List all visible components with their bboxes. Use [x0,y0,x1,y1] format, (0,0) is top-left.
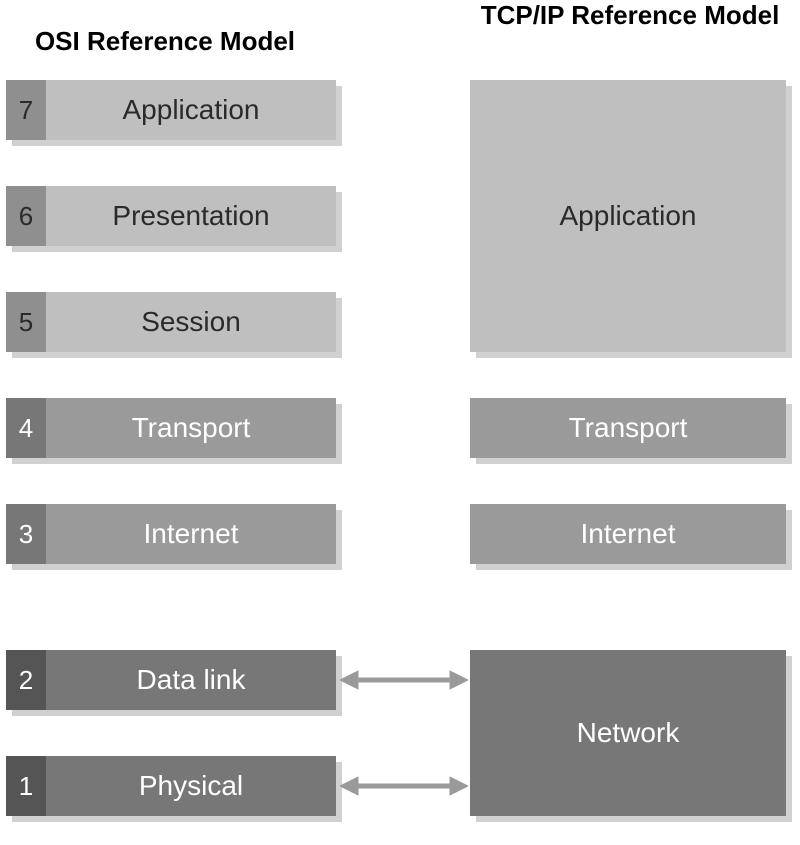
osi-layer-5: 5 Session [6,292,336,352]
tcpip-internet-label: Internet [581,518,676,550]
tcpip-network-label: Network [577,717,680,749]
tcpip-transport: Transport [470,398,786,458]
tcpip-title: TCP/IP Reference Model [470,0,790,31]
double-arrow-icon [340,774,468,798]
osi-layer-2-number: 2 [6,650,46,710]
osi-layer-2-label: Data link [46,650,336,710]
osi-layer-1: 1 Physical [6,756,336,816]
tcpip-internet: Internet [470,504,786,564]
osi-layer-4-number: 4 [6,398,46,458]
osi-layer-6-number: 6 [6,186,46,246]
tcpip-application: Application [470,80,786,352]
osi-layer-1-number: 1 [6,756,46,816]
osi-layer-5-number: 5 [6,292,46,352]
tcpip-network: Network [470,650,786,816]
osi-layer-4-label: Transport [46,398,336,458]
osi-layer-3-label: Internet [46,504,336,564]
osi-layer-7-label: Application [46,80,336,140]
tcpip-application-label: Application [560,200,697,232]
osi-layer-6: 6 Presentation [6,186,336,246]
double-arrow-icon [340,668,468,692]
diagram-container: OSI Reference Model TCP/IP Reference Mod… [0,0,800,845]
osi-layer-7: 7 Application [6,80,336,140]
osi-layer-1-label: Physical [46,756,336,816]
osi-layer-7-number: 7 [6,80,46,140]
osi-layer-4: 4 Transport [6,398,336,458]
osi-layer-3-number: 3 [6,504,46,564]
tcpip-transport-label: Transport [569,412,688,444]
osi-layer-6-label: Presentation [46,186,336,246]
osi-title: OSI Reference Model [0,26,330,57]
osi-layer-3: 3 Internet [6,504,336,564]
osi-layer-2: 2 Data link [6,650,336,710]
osi-layer-5-label: Session [46,292,336,352]
